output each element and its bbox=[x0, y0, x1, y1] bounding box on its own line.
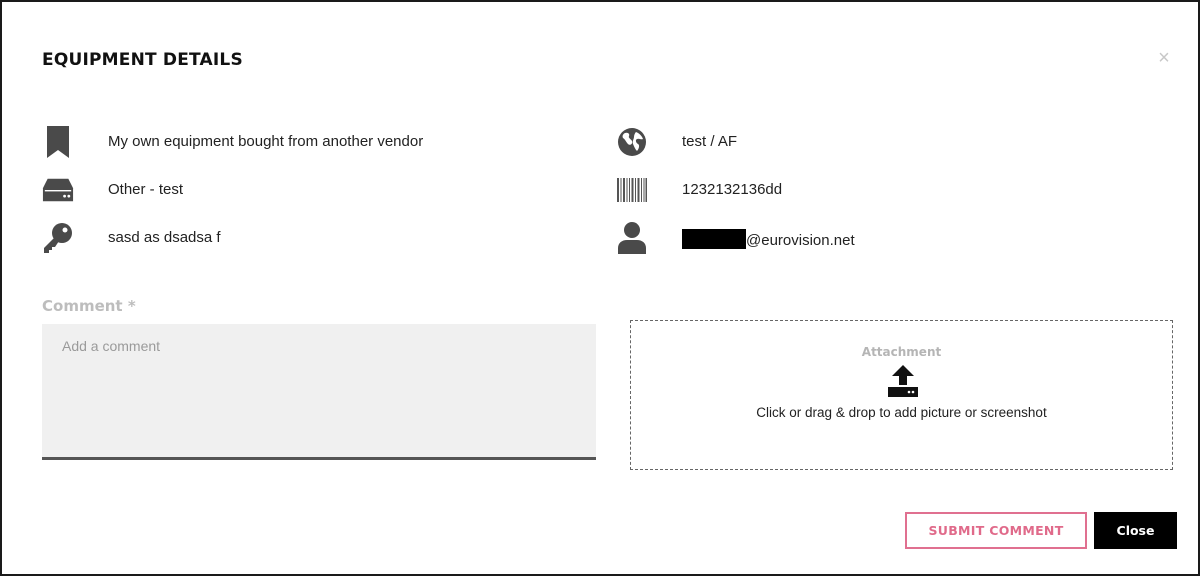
equipment-model-row: Other - test bbox=[42, 174, 562, 206]
hard-drive-icon bbox=[42, 174, 74, 206]
owner-email: @eurovision.net bbox=[682, 229, 855, 249]
equipment-details-dialog: EQUIPMENT DETAILS × My own equipment bou… bbox=[0, 0, 1200, 576]
submit-comment-button[interactable]: SUBMIT COMMENT bbox=[905, 512, 1087, 549]
key-icon bbox=[42, 222, 74, 254]
upload-icon bbox=[888, 365, 918, 397]
globe-icon bbox=[616, 126, 648, 158]
barcode-icon bbox=[616, 174, 648, 206]
equipment-type-text: My own equipment bought from another ven… bbox=[108, 133, 424, 150]
location-row: test / AF bbox=[616, 126, 1156, 158]
close-button[interactable]: Close bbox=[1094, 512, 1177, 549]
comment-label: Comment * bbox=[42, 297, 136, 315]
serial-text: 1232132136dd bbox=[682, 181, 783, 198]
owner-email-domain: @eurovision.net bbox=[746, 232, 855, 249]
attachment-title: Attachment bbox=[861, 345, 942, 359]
attachment-dropzone[interactable]: Attachment Click or drag & drop to add p… bbox=[630, 320, 1173, 470]
dialog-title: EQUIPMENT DETAILS bbox=[42, 50, 243, 70]
user-icon bbox=[616, 222, 648, 254]
equipment-model-text: Other - test bbox=[108, 181, 184, 198]
attachment-hint: Click or drag & drop to add picture or s… bbox=[756, 405, 1047, 420]
close-icon[interactable]: × bbox=[1154, 48, 1174, 68]
bookmark-icon bbox=[42, 126, 74, 158]
location-text: test / AF bbox=[682, 133, 738, 150]
equipment-key-text: sasd as dsadsa f bbox=[108, 229, 221, 246]
equipment-type-row: My own equipment bought from another ven… bbox=[42, 126, 562, 158]
comment-input[interactable] bbox=[42, 324, 596, 460]
redacted-username bbox=[682, 229, 746, 249]
serial-row: 1232132136dd bbox=[616, 174, 1156, 206]
equipment-key-row: sasd as dsadsa f bbox=[42, 222, 562, 254]
owner-row: @eurovision.net bbox=[616, 222, 1156, 254]
